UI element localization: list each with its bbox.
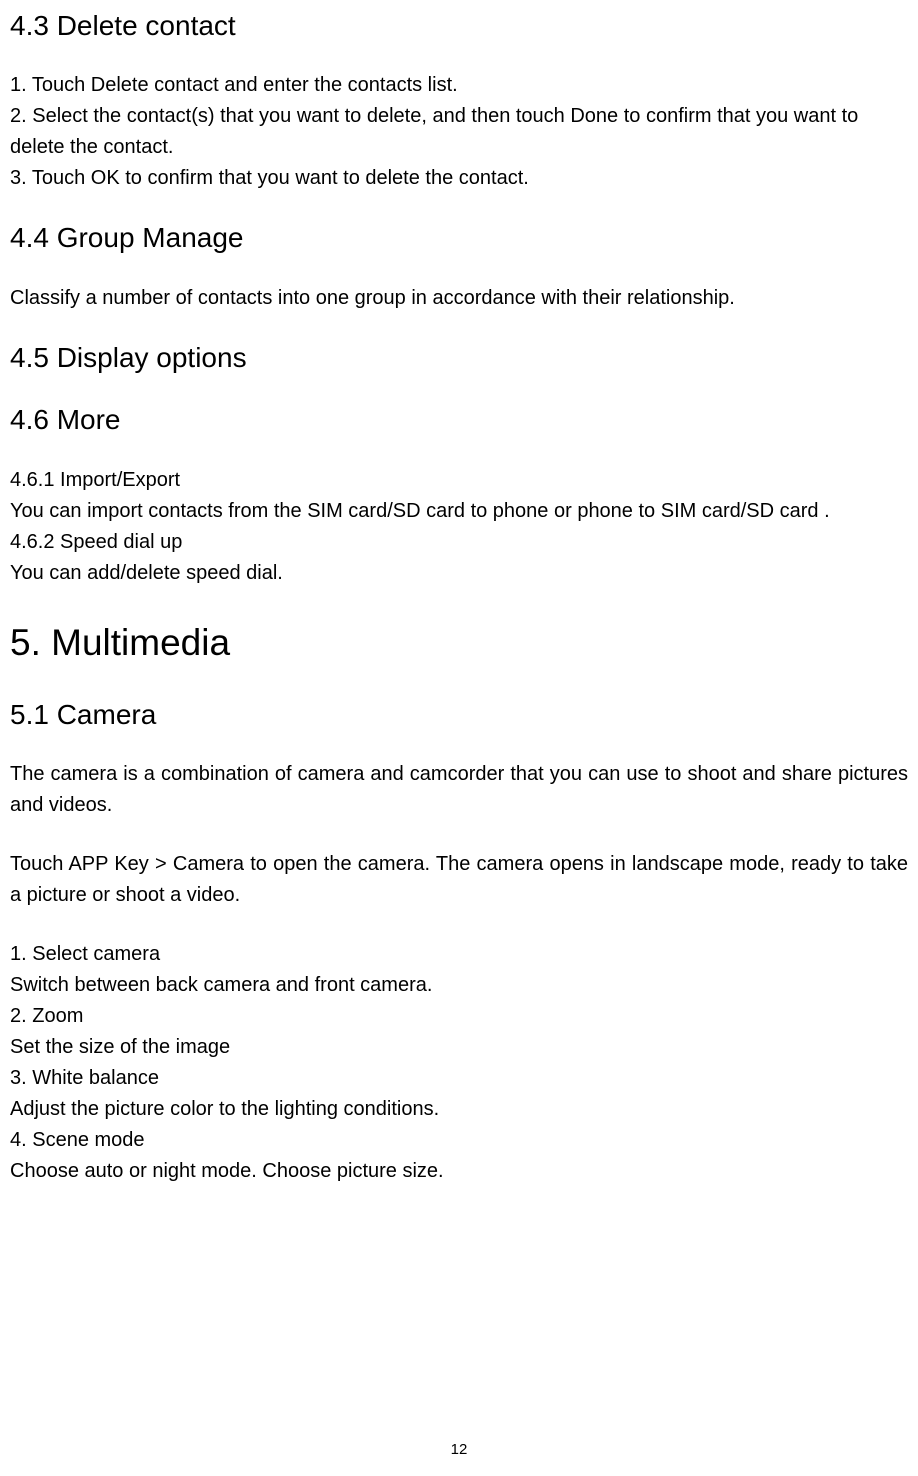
text-5-1-item1-title: 1. Select camera — [10, 939, 908, 970]
text-5-1-item3-title: 3. White balance — [10, 1063, 908, 1094]
heading-4-3: 4.3 Delete contact — [10, 8, 908, 44]
text-5-1-p2: Touch APP Key > Camera to open the camer… — [10, 849, 908, 911]
text-5-1-item4-body: Choose auto or night mode. Choose pictur… — [10, 1156, 908, 1187]
text-5-1-item1-body: Switch between back camera and front cam… — [10, 970, 908, 1001]
heading-4-6: 4.6 More — [10, 402, 908, 438]
heading-4-6-2: 4.6.2 Speed dial up — [10, 527, 908, 558]
text-5-1-p1: The camera is a combination of camera an… — [10, 759, 908, 821]
heading-4-5: 4.5 Display options — [10, 340, 908, 376]
heading-5: 5. Multimedia — [10, 619, 908, 667]
text-5-1-item2-title: 2. Zoom — [10, 1001, 908, 1032]
heading-5-1: 5.1 Camera — [10, 697, 908, 733]
text-4-3-step1: 1. Touch Delete contact and enter the co… — [10, 70, 908, 101]
text-5-1-item3-body: Adjust the picture color to the lighting… — [10, 1094, 908, 1125]
text-4-4-body: Classify a number of contacts into one g… — [10, 283, 908, 314]
text-5-1-item2-body: Set the size of the image — [10, 1032, 908, 1063]
text-4-6-2-body: You can add/delete speed dial. — [10, 558, 908, 589]
text-4-6-1-body: You can import contacts from the SIM car… — [10, 496, 908, 527]
text-5-1-item4-title: 4. Scene mode — [10, 1125, 908, 1156]
heading-4-6-1: 4.6.1 Import/Export — [10, 465, 908, 496]
text-4-3-step2: 2. Select the contact(s) that you want t… — [10, 101, 908, 163]
text-4-3-step3: 3. Touch OK to confirm that you want to … — [10, 163, 908, 194]
page-number: 12 — [0, 1441, 918, 1458]
heading-4-4: 4.4 Group Manage — [10, 220, 908, 256]
